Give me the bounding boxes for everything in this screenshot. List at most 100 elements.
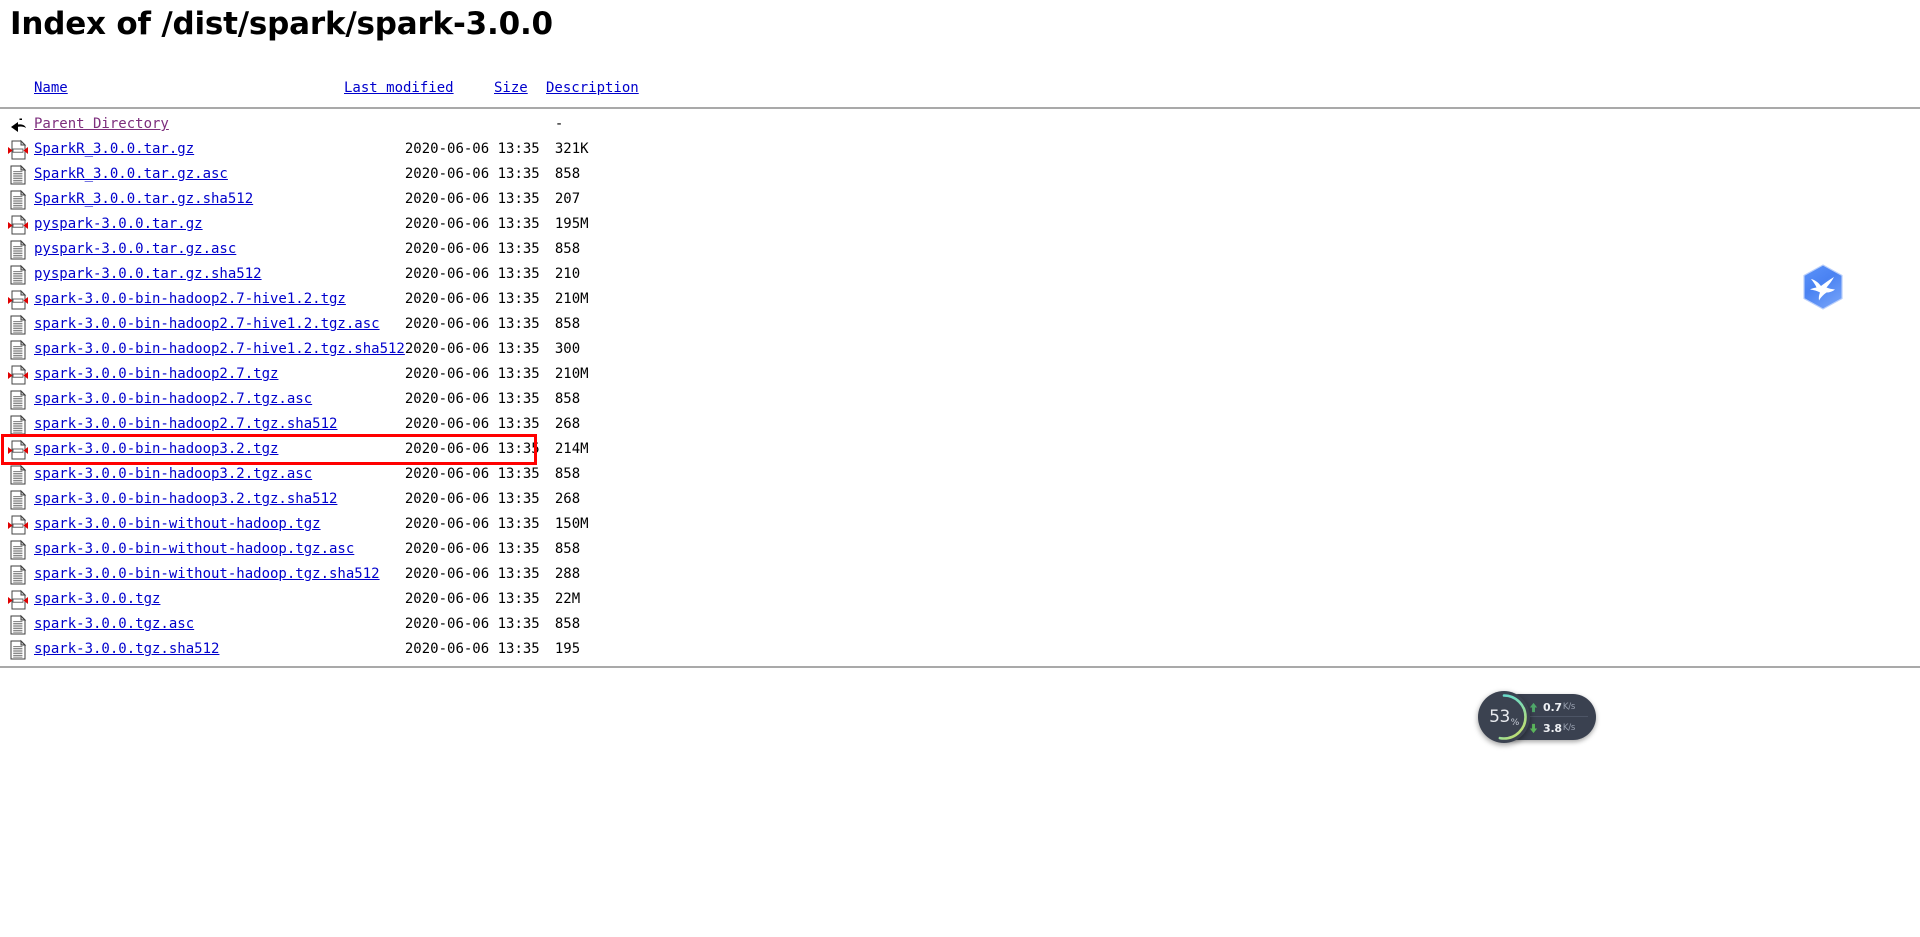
row-description-cell [607,362,807,387]
row-last-modified-cell: 2020-06-06 13:35 [404,366,540,382]
row-name-cell: spark-3.0.0.tgz [34,587,405,612]
sort-by-description-link[interactable]: Description [546,80,639,96]
text-file-icon [10,464,27,484]
row-description-cell [607,212,807,237]
row-size-cell: - [554,116,564,132]
cpu-usage-dial: 53% [1478,691,1530,743]
row-name-cell: SparkR_3.0.0.tar.gz.sha512 [34,187,405,212]
row-icon-cell [0,587,34,612]
row-name-cell: SparkR_3.0.0.tar.gz [34,137,405,162]
row-last-modified-cell: 2020-06-06 13:35 [404,266,540,282]
file-link[interactable]: spark-3.0.0.tgz [34,591,160,607]
table-row: spark-3.0.0-bin-hadoop2.7-hive1.2.tgz.sh… [0,337,807,362]
table-row: spark-3.0.0-bin-hadoop2.7.tgz 2020-06-06 … [0,362,807,387]
row-size-cell: 268 [554,416,581,432]
file-link[interactable]: spark-3.0.0-bin-without-hadoop.tgz.sha51… [34,566,380,582]
upload-speed-value: 0.7 [1543,700,1562,714]
row-size-cell: 321K [554,141,589,157]
text-file-icon [10,339,27,359]
row-last-modified-cell: 2020-06-06 13:35 [404,341,540,357]
row-icon-cell [0,562,34,587]
footer-divider [0,666,1920,668]
sort-by-size-link[interactable]: Size [494,80,528,96]
row-last-modified-cell: 2020-06-06 13:35 [404,641,540,657]
row-last-modified-cell: 2020-06-06 13:35 [404,316,540,332]
file-link[interactable]: spark-3.0.0-bin-without-hadoop.tgz.asc [34,541,354,557]
row-name-cell: spark-3.0.0-bin-hadoop3.2.tgz.asc [34,462,405,487]
row-description-cell [607,437,807,462]
text-file-icon [10,164,27,184]
row-description-cell [607,512,807,537]
row-name-cell: spark-3.0.0-bin-hadoop3.2.tgz [34,437,405,462]
row-description-cell [607,337,807,362]
row-description-cell [607,462,807,487]
directory-index: Name Last modified Size Description Pare… [0,76,1920,668]
row-size-cell: 150M [554,516,589,532]
row-name-cell: spark-3.0.0-bin-hadoop2.7.tgz.asc [34,387,405,412]
row-description-cell [607,612,807,637]
row-name-cell: spark-3.0.0-bin-without-hadoop.tgz [34,512,405,537]
thunder-bird-hexagon-icon[interactable] [1798,262,1848,312]
row-name-cell: pyspark-3.0.0.tar.gz.asc [34,237,405,262]
table-row: spark-3.0.0-bin-without-hadoop.tgz.asc 20… [0,537,807,562]
table-row: spark-3.0.0-bin-without-hadoop.tgz 2020-0… [0,512,807,537]
index-table: Name Last modified Size Description [0,76,746,101]
download-speed-row: 3.8 K/s [1528,717,1575,739]
row-last-modified-cell: 2020-06-06 13:35 [404,541,540,557]
file-link[interactable]: spark-3.0.0-bin-without-hadoop.tgz [34,516,321,532]
header-date-cell: Last modified [344,76,494,101]
row-icon-cell [0,287,34,312]
file-link[interactable]: spark-3.0.0-bin-hadoop2.7-hive1.2.tgz.sh… [34,341,405,357]
file-link[interactable]: spark-3.0.0-bin-hadoop2.7-hive1.2.tgz [34,291,346,307]
row-description-cell [607,587,807,612]
header-name-cell: Name [34,76,344,101]
usage-percent-sign: % [1510,718,1520,728]
row-size-cell: 195M [554,216,589,232]
table-row: pyspark-3.0.0.tar.gz.asc 2020-06-06 13:35… [0,237,807,262]
row-description-cell [607,412,807,437]
row-last-modified-cell: 2020-06-06 13:35 [404,491,540,507]
row-size-cell: 858 [554,616,581,632]
file-link[interactable]: SparkR_3.0.0.tar.gz [34,141,194,157]
row-name-cell: spark-3.0.0-bin-without-hadoop.tgz.sha51… [34,562,405,587]
upload-speed-row: 0.7 K/s [1528,696,1575,718]
row-description-cell [607,537,807,562]
file-link[interactable]: pyspark-3.0.0.tar.gz [34,216,203,232]
file-link[interactable]: SparkR_3.0.0.tar.gz.asc [34,166,228,182]
file-link[interactable]: spark-3.0.0.tgz.asc [34,616,194,632]
row-description-cell [607,312,807,337]
index-file-table: Parent Directory - SparkR_3.0.0.tar.gz 2020… [0,112,807,662]
file-link[interactable]: SparkR_3.0.0.tar.gz.sha512 [34,191,253,207]
table-row: spark-3.0.0.tgz.sha512 2020-06-06 13:35 19… [0,637,807,662]
table-header-row: Name Last modified Size Description [0,76,746,101]
row-last-modified-cell: 2020-06-06 13:35 [404,566,540,582]
file-link[interactable]: spark-3.0.0.tgz.sha512 [34,641,219,657]
text-file-icon [10,264,27,284]
sort-by-name-link[interactable]: Name [34,80,68,96]
row-size-cell: 858 [554,316,581,332]
file-link[interactable]: spark-3.0.0-bin-hadoop3.2.tgz.asc [34,466,312,482]
row-description-cell [607,387,807,412]
file-link[interactable]: spark-3.0.0-bin-hadoop2.7.tgz [34,366,278,382]
parent-directory-link[interactable]: Parent Directory [34,116,169,132]
file-link[interactable]: spark-3.0.0-bin-hadoop2.7-hive1.2.tgz.as… [34,316,380,332]
file-link[interactable]: spark-3.0.0-bin-hadoop2.7.tgz.sha512 [34,416,337,432]
file-link[interactable]: spark-3.0.0-bin-hadoop3.2.tgz.sha512 [34,491,337,507]
network-speed-widget[interactable]: 0.7 K/s 3.8 K/s 53% [1478,691,1598,743]
page-title: Index of /dist/spark/spark-3.0.0 [10,6,553,42]
sort-by-last-modified-link[interactable]: Last modified [344,80,454,96]
row-description-cell [607,137,807,162]
row-last-modified-cell: 2020-06-06 13:35 [404,216,540,232]
file-link[interactable]: spark-3.0.0-bin-hadoop3.2.tgz [34,441,278,457]
row-last-modified-cell: 2020-06-06 13:35 [404,441,540,457]
row-icon-cell [0,387,34,412]
table-row: spark-3.0.0-bin-hadoop3.2.tgz.sha512 2020… [0,487,807,512]
row-description-cell [607,487,807,512]
row-description-cell [607,237,807,262]
file-link[interactable]: pyspark-3.0.0.tar.gz.asc [34,241,236,257]
file-link[interactable]: pyspark-3.0.0.tar.gz.sha512 [34,266,262,282]
text-file-icon [10,239,27,259]
row-last-modified-cell: 2020-06-06 13:35 [404,616,540,632]
text-file-icon [10,389,27,409]
file-link[interactable]: spark-3.0.0-bin-hadoop2.7.tgz.asc [34,391,312,407]
